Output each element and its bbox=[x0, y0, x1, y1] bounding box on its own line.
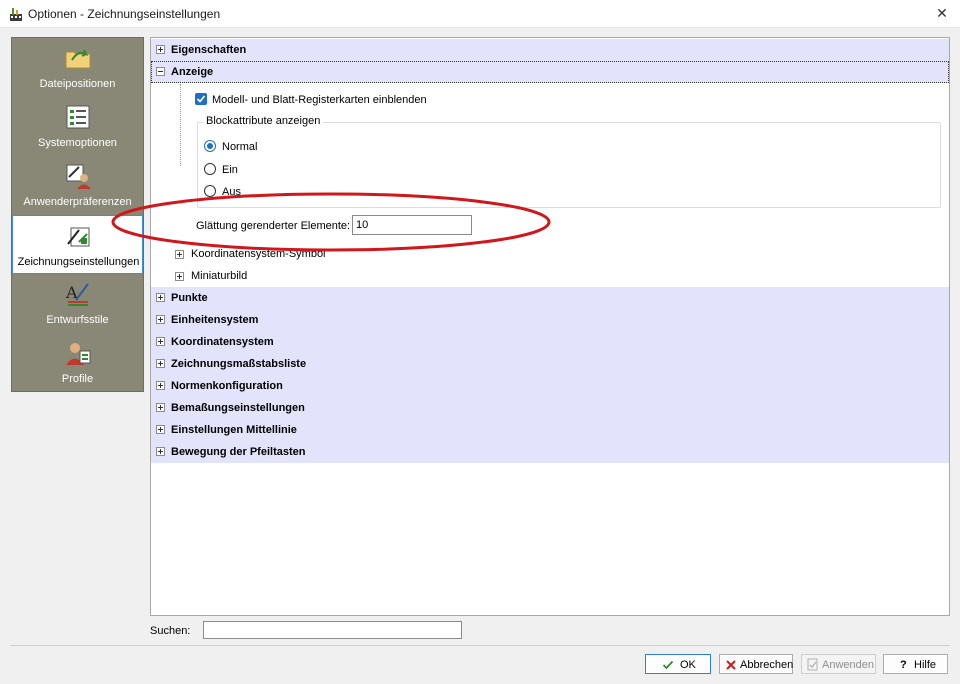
block-attributes-group-title: Blockattribute anzeigen bbox=[203, 115, 324, 127]
window-title: Optionen - Zeichnungseinstellungen bbox=[28, 7, 221, 21]
tree-node-punkte[interactable]: Punkte bbox=[151, 287, 949, 309]
search-label: Suchen: bbox=[150, 625, 191, 637]
tree-node-bewegung-der-pfeiltasten[interactable]: Bewegung der Pfeiltasten bbox=[151, 441, 949, 463]
tree-node-label: Miniaturbild bbox=[191, 270, 248, 282]
folder-arrow-icon bbox=[65, 49, 91, 69]
tree-node-label: Bemaßungseinstellungen bbox=[171, 402, 305, 414]
tree-node-label: Zeichnungsmaßstabsliste bbox=[171, 358, 307, 370]
cancel-button[interactable]: Abbrechen bbox=[719, 654, 793, 674]
radio-aus[interactable] bbox=[204, 185, 216, 197]
tabs-checkbox[interactable] bbox=[195, 93, 207, 105]
collapse-minus-icon[interactable] bbox=[156, 67, 165, 76]
footer-separator bbox=[10, 645, 950, 646]
expand-plus-icon[interactable] bbox=[156, 315, 165, 324]
sidebar-item-label: Zeichnungseinstellungen bbox=[17, 256, 140, 268]
tree-node-anzeige[interactable]: Anzeige bbox=[151, 61, 949, 83]
radio-ein[interactable] bbox=[204, 163, 216, 175]
check-icon bbox=[662, 660, 674, 670]
radio-aus-label: Aus bbox=[222, 186, 241, 198]
search-input[interactable] bbox=[203, 621, 462, 639]
sidebar-item-entwurfsstile[interactable]: A Entwurfsstile bbox=[12, 274, 143, 333]
expand-plus-icon[interactable] bbox=[175, 272, 184, 281]
help-button[interactable]: ? Hilfe bbox=[883, 654, 948, 674]
sidebar-item-profile[interactable]: Profile bbox=[12, 333, 143, 392]
apply-button[interactable]: Anwenden bbox=[801, 654, 876, 674]
sidebar-item-anwenderpraeferenzen[interactable]: Anwenderpräferenzen bbox=[12, 156, 143, 215]
tree-guide-line bbox=[180, 84, 181, 166]
tree-node-label: Koordinatensystem-Symbol bbox=[191, 248, 326, 260]
sidebar-item-label: Systemoptionen bbox=[38, 137, 117, 149]
ok-button[interactable]: OK bbox=[645, 654, 711, 674]
title-bar: Optionen - Zeichnungseinstellungen ✕ bbox=[0, 0, 960, 28]
tree-node-eigenschaften[interactable]: Eigenschaften bbox=[151, 39, 949, 61]
tree-node-label: Punkte bbox=[171, 292, 208, 304]
x-icon bbox=[726, 660, 736, 670]
tree-node-normenkonfiguration[interactable]: Normenkonfiguration bbox=[151, 375, 949, 397]
expand-plus-icon[interactable] bbox=[156, 425, 165, 434]
apply-button-label: Anwenden bbox=[822, 659, 874, 671]
tree-node-label: Anzeige bbox=[171, 66, 214, 78]
sidebar-item-dateipositionen[interactable]: Dateipositionen bbox=[12, 38, 143, 97]
radio-ein-label: Ein bbox=[222, 164, 238, 176]
tree-node-einheitensystem[interactable]: Einheitensystem bbox=[151, 309, 949, 331]
expand-plus-icon[interactable] bbox=[175, 250, 184, 259]
expand-plus-icon[interactable] bbox=[156, 447, 165, 456]
checklist-icon bbox=[66, 105, 90, 129]
sidebar-item-label: Anwenderpräferenzen bbox=[23, 196, 132, 208]
tree-node-label: Eigenschaften bbox=[171, 44, 247, 56]
user-tools-icon bbox=[66, 164, 91, 189]
tree-node-zeichnungsmassstabsliste[interactable]: Zeichnungsmaßstabsliste bbox=[151, 353, 949, 375]
tree-node-einstellungen-mittellinie[interactable]: Einstellungen Mittellinie bbox=[151, 419, 949, 441]
expand-plus-icon[interactable] bbox=[156, 359, 165, 368]
expand-plus-icon[interactable] bbox=[156, 45, 165, 54]
options-sidebar: Dateipositionen Systemoptionen Anwenderp… bbox=[11, 37, 144, 392]
tree-node-miniaturbild[interactable]: Miniaturbild bbox=[175, 267, 475, 287]
settings-tree-panel: Eigenschaften Anzeige Modell- und Blatt-… bbox=[150, 37, 950, 616]
app-icon bbox=[10, 8, 22, 21]
sidebar-item-label: Dateipositionen bbox=[39, 78, 116, 90]
drafting-style-icon: A bbox=[65, 283, 89, 306]
tree-node-koordinatensystem[interactable]: Koordinatensystem bbox=[151, 331, 949, 353]
expand-plus-icon[interactable] bbox=[156, 293, 165, 302]
radio-normal-label: Normal bbox=[222, 141, 258, 153]
smoothing-input[interactable] bbox=[352, 215, 472, 235]
close-icon[interactable]: ✕ bbox=[930, 2, 954, 26]
tree-node-koordinatensystem-symbol[interactable]: Koordinatensystem-Symbol bbox=[175, 245, 475, 265]
smoothing-label: Glättung gerenderter Elemente: bbox=[196, 220, 351, 232]
tabs-checkbox-label: Modell- und Blatt-Registerkarten einblen… bbox=[212, 94, 427, 106]
radio-normal[interactable] bbox=[204, 140, 216, 152]
profile-user-icon bbox=[66, 343, 91, 365]
tree-node-bemassungseinstellungen[interactable]: Bemaßungseinstellungen bbox=[151, 397, 949, 419]
apply-document-icon bbox=[807, 658, 818, 671]
expand-plus-icon[interactable] bbox=[156, 337, 165, 346]
block-attributes-group bbox=[197, 122, 941, 208]
cancel-button-label: Abbrechen bbox=[740, 659, 794, 671]
question-mark-icon: ? bbox=[900, 659, 907, 671]
drawing-settings-icon bbox=[67, 227, 90, 247]
expand-plus-icon[interactable] bbox=[156, 381, 165, 390]
sidebar-item-label: Entwurfsstile bbox=[46, 314, 109, 326]
sidebar-item-systemoptionen[interactable]: Systemoptionen bbox=[12, 97, 143, 156]
tree-node-label: Einstellungen Mittellinie bbox=[171, 424, 297, 436]
tree-node-label: Bewegung der Pfeiltasten bbox=[171, 446, 306, 458]
expand-plus-icon[interactable] bbox=[156, 403, 165, 412]
tree-node-label: Normenkonfiguration bbox=[171, 380, 283, 392]
sidebar-item-label: Profile bbox=[61, 373, 94, 385]
sidebar-item-zeichnungseinstellungen[interactable]: Zeichnungseinstellungen bbox=[12, 215, 143, 274]
tree-node-label: Koordinatensystem bbox=[171, 336, 274, 348]
help-button-label: Hilfe bbox=[914, 659, 937, 671]
ok-button-label: OK bbox=[680, 659, 696, 671]
tree-node-label: Einheitensystem bbox=[171, 314, 259, 326]
